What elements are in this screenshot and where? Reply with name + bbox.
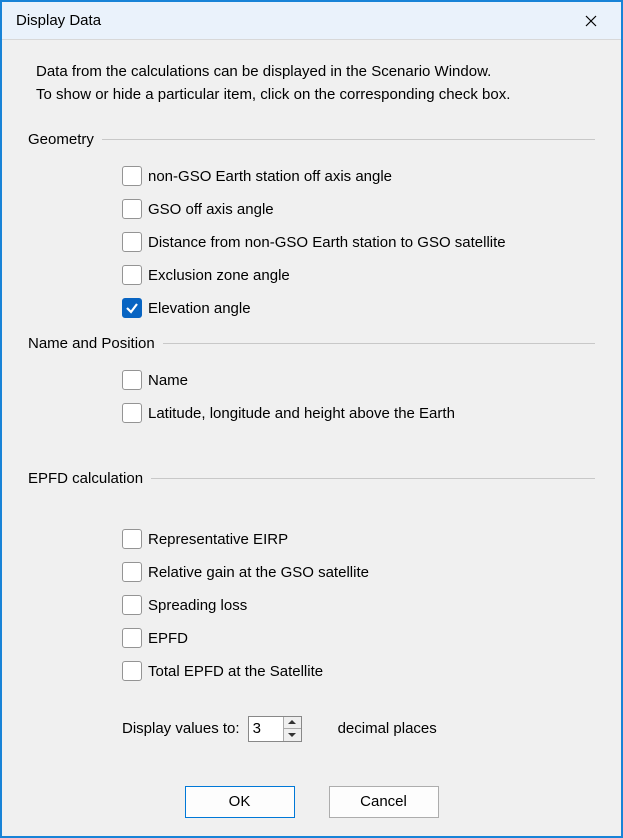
checkbox-label: Relative gain at the GSO satellite: [148, 564, 369, 581]
checkbox-label: EPFD: [148, 630, 188, 647]
dialog-window: Display Data Data from the calculations …: [0, 0, 623, 838]
checkbox-epfd[interactable]: EPFD: [122, 622, 595, 655]
checkbox-distance-gso[interactable]: Distance from non-GSO Earth station to G…: [122, 226, 595, 259]
checkbox-icon: [122, 661, 142, 681]
decimal-places-row: Display values to: decimal places: [122, 716, 595, 742]
window-title: Display Data: [16, 12, 101, 29]
checkbox-icon: [122, 166, 142, 186]
intro-line-1: Data from the calculations can be displa…: [36, 60, 595, 83]
geometry-checkbox-list: non-GSO Earth station off axis angle GSO…: [122, 160, 595, 325]
checkbox-label: Total EPFD at the Satellite: [148, 663, 323, 680]
checkbox-elevation-angle[interactable]: Elevation angle: [122, 292, 595, 325]
button-row: OK Cancel: [28, 786, 595, 818]
checkbox-representative-eirp[interactable]: Representative EIRP: [122, 523, 595, 556]
checkbox-icon: [122, 628, 142, 648]
checkbox-spreading-loss[interactable]: Spreading loss: [122, 589, 595, 622]
checkbox-icon: [122, 529, 142, 549]
checkbox-icon: [122, 298, 142, 318]
spacer: [28, 440, 595, 470]
group-header-epfd: EPFD calculation: [28, 470, 595, 487]
decimal-suffix-label: decimal places: [338, 720, 437, 737]
name-position-checkbox-list: Name Latitude, longitude and height abov…: [122, 364, 595, 430]
divider: [102, 139, 595, 140]
checkbox-gso-off-axis[interactable]: GSO off axis angle: [122, 193, 595, 226]
checkbox-icon: [122, 370, 142, 390]
checkbox-relative-gain[interactable]: Relative gain at the GSO satellite: [122, 556, 595, 589]
checkbox-icon: [122, 265, 142, 285]
checkbox-label: Name: [148, 372, 188, 389]
epfd-checkbox-list: Representative EIRP Relative gain at the…: [122, 523, 595, 688]
spin-buttons: [283, 717, 301, 741]
checkbox-exclusion-zone[interactable]: Exclusion zone angle: [122, 259, 595, 292]
checkbox-name[interactable]: Name: [122, 364, 595, 397]
spin-up-button[interactable]: [284, 717, 301, 729]
decimal-prefix-label: Display values to:: [122, 720, 240, 737]
ok-button[interactable]: OK: [185, 786, 295, 818]
checkbox-label: Representative EIRP: [148, 531, 288, 548]
divider: [151, 478, 595, 479]
checkbox-label: Latitude, longitude and height above the…: [148, 405, 455, 422]
checkbox-icon: [122, 199, 142, 219]
intro-line-2: To show or hide a particular item, click…: [36, 83, 595, 106]
spin-down-button[interactable]: [284, 728, 301, 741]
titlebar: Display Data: [2, 2, 621, 40]
checkbox-icon: [122, 403, 142, 423]
checkbox-non-gso-off-axis[interactable]: non-GSO Earth station off axis angle: [122, 160, 595, 193]
close-button[interactable]: [569, 6, 613, 36]
chevron-down-icon: [288, 732, 296, 738]
decimal-input[interactable]: [249, 717, 283, 741]
group-header-geometry: Geometry: [28, 131, 595, 148]
intro-text: Data from the calculations can be displa…: [28, 60, 595, 107]
checkbox-label: Spreading loss: [148, 597, 247, 614]
checkbox-icon: [122, 232, 142, 252]
group-header-name-position: Name and Position: [28, 335, 595, 352]
divider: [163, 343, 595, 344]
checkbox-icon: [122, 595, 142, 615]
chevron-up-icon: [288, 719, 296, 725]
checkbox-label: GSO off axis angle: [148, 201, 274, 218]
checkbox-total-epfd[interactable]: Total EPFD at the Satellite: [122, 655, 595, 688]
group-label-geometry: Geometry: [28, 131, 94, 148]
cancel-button[interactable]: Cancel: [329, 786, 439, 818]
close-icon: [585, 15, 597, 27]
checkbox-label: non-GSO Earth station off axis angle: [148, 168, 392, 185]
checkbox-label: Elevation angle: [148, 300, 251, 317]
checkbox-label: Distance from non-GSO Earth station to G…: [148, 234, 506, 251]
checkbox-icon: [122, 562, 142, 582]
group-label-name-position: Name and Position: [28, 335, 155, 352]
group-label-epfd: EPFD calculation: [28, 470, 143, 487]
dialog-content: Data from the calculations can be displa…: [2, 40, 621, 836]
checkbox-label: Exclusion zone angle: [148, 267, 290, 284]
checkbox-lat-lon-height[interactable]: Latitude, longitude and height above the…: [122, 397, 595, 430]
decimal-spinner: [248, 716, 302, 742]
